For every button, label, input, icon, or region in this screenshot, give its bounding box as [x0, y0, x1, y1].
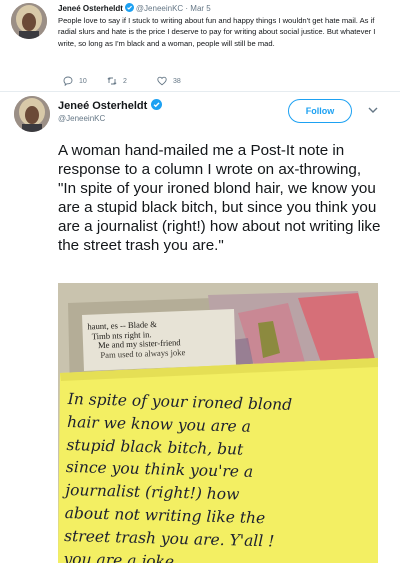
avatar[interactable] — [14, 96, 50, 132]
verified-badge-icon — [124, 3, 134, 12]
like-count: 38 — [173, 77, 181, 85]
reply-icon — [63, 76, 73, 86]
reply-context-tweet: Jeneé Osterheldt @JeneeinKC · Mar 5 Peopl… — [0, 0, 400, 92]
verified-badge-icon — [151, 99, 163, 110]
retweet-button[interactable]: 2 — [107, 76, 127, 86]
retweet-count: 2 — [123, 77, 127, 85]
like-icon — [157, 76, 167, 86]
tweet-text: A woman hand-mailed me a Post-It note in… — [58, 142, 381, 254]
reply-count: 10 — [79, 77, 87, 85]
retweet-icon — [107, 77, 117, 85]
reply-button[interactable]: 10 — [63, 76, 87, 86]
tweet-photo[interactable]: haunt, es -- Blade & Timb nts right in. … — [58, 283, 378, 563]
follow-button[interactable]: Follow — [288, 99, 352, 123]
like-button[interactable]: 38 — [157, 76, 181, 86]
author-name[interactable]: Jeneé Osterheldt — [58, 4, 123, 13]
newspaper-clipping: haunt, es -- Blade & Timb nts right in. … — [85, 317, 232, 368]
tweet-date[interactable]: Mar 5 — [190, 4, 210, 13]
chevron-down-icon[interactable] — [368, 106, 378, 114]
author-name[interactable]: Jeneé Osterheldt — [58, 100, 147, 112]
post-it-note: In spite of your ironed blond hair we kn… — [63, 388, 378, 563]
author-handle[interactable]: @JeneeinKC — [58, 114, 105, 123]
tweet-text: People love to say if I stuck to writing… — [58, 16, 376, 48]
author-handle[interactable]: @JeneeinKC — [136, 4, 183, 13]
avatar[interactable] — [11, 3, 47, 39]
